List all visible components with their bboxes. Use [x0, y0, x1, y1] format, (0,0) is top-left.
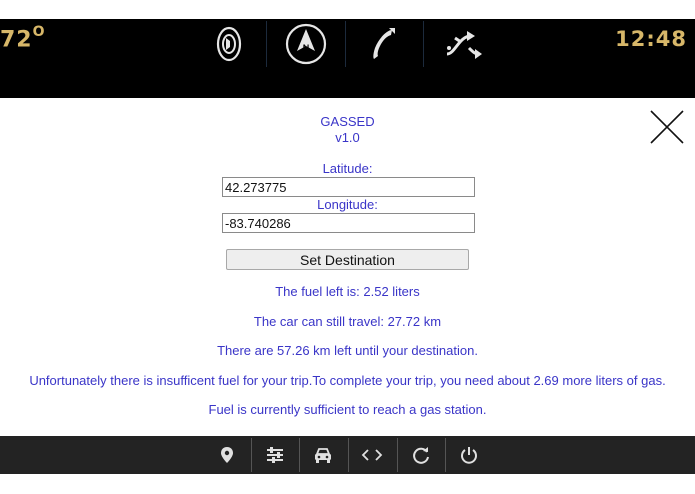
- phone-icon[interactable]: [356, 19, 408, 69]
- insufficient-fuel-text: Unfortunately there is insufficent fuel …: [29, 373, 666, 388]
- location-pin-icon[interactable]: [203, 436, 251, 474]
- app-panel: GASSED v1.0 Latitude: Longitude: Set Des…: [0, 98, 695, 436]
- status-bar: 72O N 12:48: [0, 19, 695, 98]
- gas-station-text: Fuel is currently sufficient to reach a …: [208, 402, 487, 417]
- fuel-left-text: The fuel left is: 2.52 liters: [275, 284, 420, 299]
- bottom-nav-bar: [0, 436, 695, 474]
- speaker-icon[interactable]: [203, 19, 255, 69]
- temperature-value: 72: [0, 27, 33, 53]
- longitude-label: Longitude:: [317, 197, 378, 212]
- app-name: GASSED: [320, 114, 375, 129]
- longitude-field[interactable]: [222, 213, 475, 233]
- compass-icon[interactable]: N: [280, 19, 332, 69]
- car-icon[interactable]: [299, 436, 347, 474]
- latitude-field[interactable]: [222, 177, 475, 197]
- svg-text:N: N: [303, 43, 310, 53]
- sliders-icon[interactable]: [251, 436, 299, 474]
- app-version: v1.0: [335, 130, 360, 145]
- set-destination-button[interactable]: Set Destination: [226, 249, 469, 270]
- temperature-display: 72O: [0, 24, 46, 53]
- distance-left-text: There are 57.26 km left until your desti…: [217, 343, 478, 358]
- refresh-icon[interactable]: [397, 436, 445, 474]
- code-icon[interactable]: [348, 436, 396, 474]
- degree-symbol: O: [32, 24, 46, 40]
- shuffle-icon[interactable]: [437, 19, 489, 69]
- latitude-label: Latitude:: [322, 161, 373, 176]
- travel-range-text: The car can still travel: 27.72 km: [253, 314, 442, 329]
- power-icon[interactable]: [445, 436, 493, 474]
- clock: 12:48: [615, 27, 687, 51]
